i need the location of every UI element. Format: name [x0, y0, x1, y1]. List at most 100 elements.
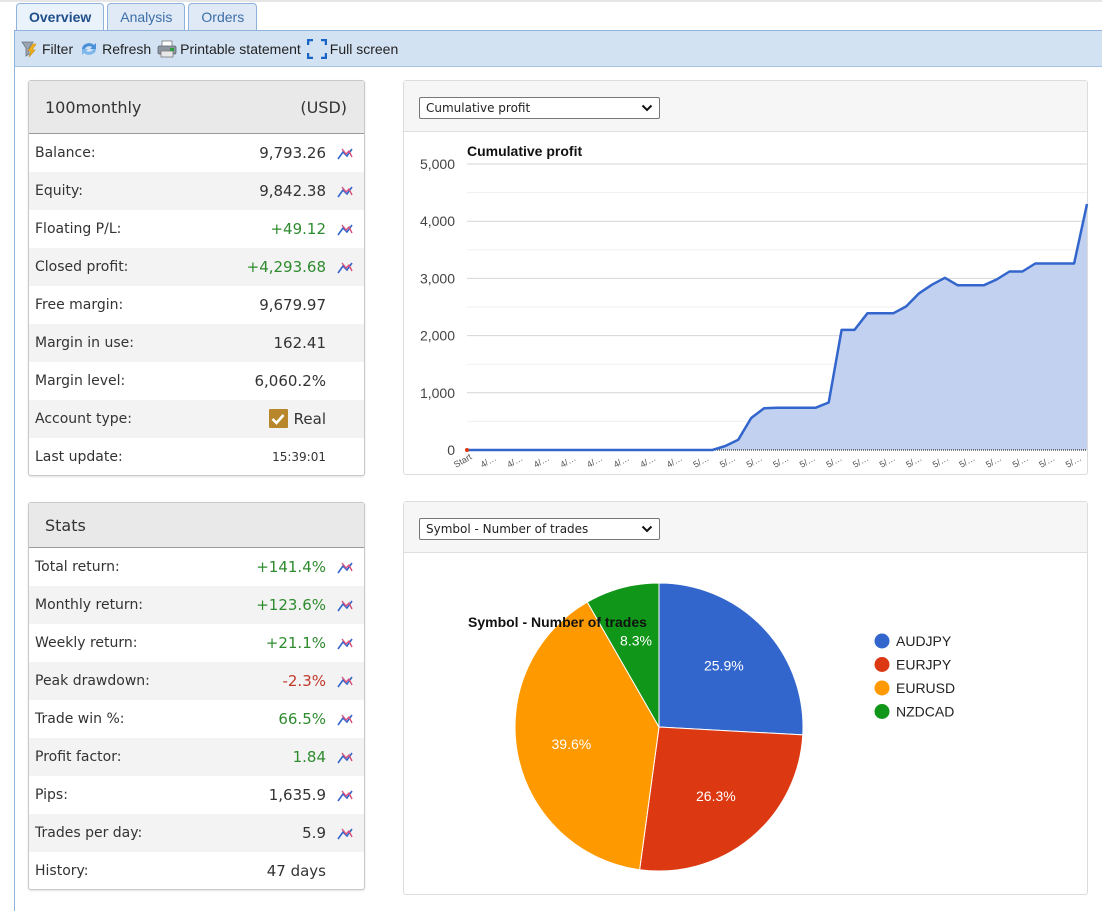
- mini-chart-icon[interactable]: [326, 145, 364, 161]
- pie-slice-label: 26.3%: [696, 788, 736, 804]
- account-row: Floating P/L: +49.12: [29, 210, 364, 248]
- account-row-value: +49.12: [270, 220, 326, 238]
- x-tick-label: 4/…: [558, 453, 577, 470]
- profit-chart-panel: Cumulative profit 0 1,000 2,000 3,000 4,000 5…: [403, 80, 1089, 475]
- full-screen-button[interactable]: Full screen: [306, 38, 398, 59]
- x-tick-label: 4/…: [585, 453, 604, 470]
- stats-row-value: -2.3%: [282, 672, 326, 690]
- tab-bar: Overview Analysis Orders: [16, 3, 258, 32]
- account-row-label: Free margin:: [35, 297, 124, 313]
- stats-row-label: Peak drawdown:: [35, 673, 150, 689]
- x-tick-label: 5/…: [904, 453, 923, 470]
- stats-row-label: Profit factor:: [35, 749, 122, 765]
- stats-row-value: +123.6%: [256, 596, 326, 614]
- legend-swatch: [874, 657, 890, 672]
- symbol-trades-pie-chart: 25.9% 26.3% 39.6% 8.3% Symbol - Number of tr…: [468, 582, 955, 872]
- x-tick-label: 4/…: [479, 453, 498, 470]
- mini-chart-icon[interactable]: [326, 673, 364, 689]
- account-row: Account type: Real: [29, 400, 364, 438]
- x-tick-label: 4/…: [665, 453, 684, 470]
- y-tick-label: 1,000: [420, 385, 455, 401]
- x-tick-label: 5/…: [824, 453, 843, 470]
- mini-chart-icon[interactable]: [326, 221, 364, 237]
- account-row-value: +4,293.68: [246, 258, 326, 276]
- stats-row: Trade win %: 66.5%: [29, 700, 364, 738]
- stats-row-label: History:: [35, 863, 89, 879]
- x-tick-label: 5/…: [771, 453, 790, 470]
- y-tick-label: 4,000: [420, 213, 455, 229]
- refresh-button[interactable]: Refresh: [79, 40, 151, 58]
- stats-row-label: Pips:: [35, 787, 68, 803]
- stats-header: Stats: [29, 503, 364, 548]
- refresh-label: Refresh: [102, 40, 152, 57]
- legend-label: EURJPY: [896, 657, 952, 673]
- account-row: Last update: 15:39:01: [29, 438, 364, 476]
- x-tick-label: 5/…: [1037, 453, 1056, 470]
- pie-chart-selector[interactable]: Symbol - Number of trades: [419, 518, 660, 540]
- x-tick-label: 5/…: [691, 453, 710, 470]
- stats-rows: Total return: +141.4% Monthly return: +123.…: [29, 548, 364, 890]
- mini-chart-icon[interactable]: [326, 825, 364, 841]
- stats-row: Weekly return: +21.1%: [29, 624, 364, 662]
- account-row-label: Margin in use:: [35, 335, 134, 351]
- chart-title: Symbol - Number of trades: [468, 614, 647, 630]
- stats-row-label: Trade win %:: [35, 711, 125, 727]
- mini-chart-icon[interactable]: [326, 787, 364, 803]
- checkbox-checked-icon: [268, 409, 288, 429]
- account-header: 100monthly (USD): [29, 81, 364, 134]
- printable-statement-button[interactable]: Printable statement: [157, 40, 301, 58]
- mini-chart-icon[interactable]: [326, 559, 364, 575]
- stats-row: Pips: 1,635.9: [29, 776, 364, 814]
- stats-row-value: 5.9: [302, 824, 326, 842]
- stats-row-label: Total return:: [35, 559, 120, 575]
- account-row-value: 15:39:01: [272, 450, 326, 464]
- profit-chart-selector-value: Cumulative profit: [426, 101, 531, 115]
- filter-icon: [21, 40, 39, 58]
- account-panel: 100monthly (USD) Balance: 9,793.26 Equity:…: [28, 80, 365, 476]
- tab-overview[interactable]: Overview: [16, 3, 105, 32]
- chevron-down-icon: [641, 519, 653, 545]
- profit-chart-header: Cumulative profit: [404, 81, 1087, 132]
- stats-row-label: Weekly return:: [35, 635, 138, 651]
- pie-chart-panel: Symbol - Number of trades 25.9% 26.3% 39.6…: [403, 501, 1088, 895]
- fullscreen-icon: [306, 38, 327, 59]
- stats-row-label: Trades per day:: [35, 825, 143, 841]
- mini-chart-icon[interactable]: [326, 183, 364, 199]
- stats-title: Stats: [45, 515, 86, 535]
- account-row-label: Last update:: [35, 449, 123, 465]
- mini-chart-icon[interactable]: [326, 259, 364, 275]
- account-row: Equity: 9,842.38: [29, 172, 364, 210]
- mini-chart-icon[interactable]: [326, 749, 364, 765]
- x-tick-label: 5/…: [957, 453, 976, 470]
- x-tick-label: 5/…: [1064, 453, 1083, 470]
- mini-chart-icon[interactable]: [326, 711, 364, 727]
- account-currency: (USD): [300, 97, 347, 117]
- x-tick-label: 5/…: [745, 453, 764, 470]
- stats-row-value: 47 days: [266, 862, 326, 880]
- account-row-value: 9,842.38: [259, 182, 326, 200]
- stats-row: History: 47 days: [29, 852, 364, 890]
- account-row-value: 162.41: [273, 334, 327, 352]
- account-row-label: Closed profit:: [35, 259, 129, 275]
- y-tick-label: 2,000: [420, 328, 455, 344]
- mini-chart-icon[interactable]: [326, 597, 364, 613]
- profit-chart-selector[interactable]: Cumulative profit: [419, 97, 660, 119]
- legend-label: EURUSD: [896, 680, 955, 696]
- x-tick-label: Start: [452, 451, 474, 469]
- account-row-value: 9,793.26: [259, 144, 326, 162]
- account-row: Free margin: 9,679.97: [29, 286, 364, 324]
- x-tick-label: 4/…: [505, 453, 524, 470]
- mini-chart-icon[interactable]: [326, 635, 364, 651]
- legend-label: NZDCAD: [896, 704, 954, 720]
- x-tick-label: 4/…: [612, 453, 631, 470]
- account-name: 100monthly: [45, 97, 142, 117]
- stats-row: Profit factor: 1.84: [29, 738, 364, 776]
- account-row-value: 6,060.2%: [254, 372, 326, 390]
- tab-orders[interactable]: Orders: [188, 3, 258, 31]
- pie-slice-label: 25.9%: [704, 658, 744, 674]
- account-row-value: Real: [176, 409, 326, 429]
- filter-button[interactable]: Filter: [21, 40, 73, 58]
- tab-analysis[interactable]: Analysis: [107, 3, 186, 31]
- pie-chart-header: Symbol - Number of trades: [404, 502, 1087, 553]
- stats-row-value: 1,635.9: [268, 786, 326, 804]
